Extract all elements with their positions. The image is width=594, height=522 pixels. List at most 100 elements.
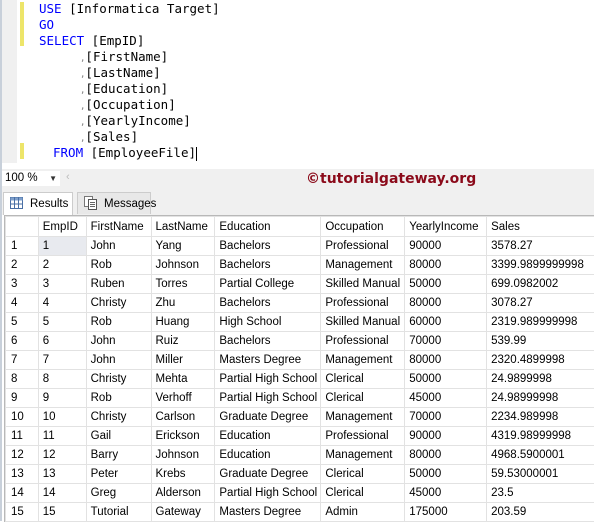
table-cell[interactable]: 23.5 [487, 484, 594, 503]
table-row[interactable]: 33RubenTorresPartial CollegeSkilled Manu… [6, 275, 594, 294]
row-number[interactable]: 14 [6, 484, 39, 503]
table-cell[interactable]: 699.0982002 [487, 275, 594, 294]
table-cell[interactable]: Professional [321, 332, 405, 351]
table-cell[interactable]: Clerical [321, 389, 405, 408]
table-cell[interactable]: 70000 [405, 332, 487, 351]
table-row[interactable]: 1515TutorialGatewayMasters DegreeAdmin17… [6, 503, 594, 522]
table-cell[interactable]: 6 [38, 332, 86, 351]
table-cell[interactable]: 90000 [405, 237, 487, 256]
results-grid[interactable]: EmpIDFirstNameLastNameEducationOccupatio… [4, 215, 594, 522]
table-cell[interactable]: 24.9899998 [487, 370, 594, 389]
table-cell[interactable]: 2320.4899998 [487, 351, 594, 370]
table-cell[interactable]: 203.59 [487, 503, 594, 522]
table-cell[interactable]: Bachelors [215, 256, 321, 275]
table-cell[interactable]: 4968.5900001 [487, 446, 594, 465]
table-cell[interactable]: Christy [86, 408, 151, 427]
row-number[interactable]: 4 [6, 294, 39, 313]
table-row[interactable]: 11JohnYangBachelorsProfessional900003578… [6, 237, 594, 256]
table-cell[interactable]: 3 [38, 275, 86, 294]
table-cell[interactable]: Rob [86, 313, 151, 332]
table-cell[interactable]: Gateway [151, 503, 215, 522]
column-header[interactable]: Education [215, 217, 321, 237]
table-cell[interactable]: Gail [86, 427, 151, 446]
table-row[interactable]: 99RobVerhoffPartial High SchoolClerical4… [6, 389, 594, 408]
table-cell[interactable]: Johnson [151, 446, 215, 465]
table-row[interactable]: 77JohnMillerMasters DegreeManagement8000… [6, 351, 594, 370]
table-cell[interactable]: John [86, 237, 151, 256]
table-cell[interactable]: Bachelors [215, 332, 321, 351]
table-cell[interactable]: Peter [86, 465, 151, 484]
table-cell[interactable]: Ruiz [151, 332, 215, 351]
table-cell[interactable]: Huang [151, 313, 215, 332]
row-number[interactable]: 11 [6, 427, 39, 446]
table-row[interactable]: 1111GailEricksonEducationProfessional900… [6, 427, 594, 446]
table-cell[interactable]: 50000 [405, 370, 487, 389]
scroll-left-icon[interactable]: ‹ [66, 171, 70, 183]
table-cell[interactable]: Clerical [321, 370, 405, 389]
table-cell[interactable]: 24.98999998 [487, 389, 594, 408]
table-cell[interactable]: 13 [38, 465, 86, 484]
table-cell[interactable]: 90000 [405, 427, 487, 446]
table-cell[interactable]: 80000 [405, 351, 487, 370]
table-cell[interactable]: Skilled Manual [321, 313, 405, 332]
table-cell[interactable]: Christy [86, 294, 151, 313]
table-cell[interactable]: 3578.27 [487, 237, 594, 256]
table-cell[interactable]: Graduate Degree [215, 408, 321, 427]
table-cell[interactable]: 5 [38, 313, 86, 332]
table-cell[interactable]: 8 [38, 370, 86, 389]
table-cell[interactable]: 80000 [405, 256, 487, 275]
table-row[interactable]: 1212BarryJohnsonEducationManagement80000… [6, 446, 594, 465]
table-cell[interactable]: 2 [38, 256, 86, 275]
table-cell[interactable]: Clerical [321, 465, 405, 484]
table-cell[interactable]: High School [215, 313, 321, 332]
table-cell[interactable]: 9 [38, 389, 86, 408]
table-cell[interactable]: Rob [86, 256, 151, 275]
row-number[interactable]: 10 [6, 408, 39, 427]
row-number[interactable]: 1 [6, 237, 39, 256]
row-number[interactable]: 15 [6, 503, 39, 522]
table-cell[interactable]: Education [215, 446, 321, 465]
table-cell[interactable]: 59.53000001 [487, 465, 594, 484]
table-cell[interactable]: Clerical [321, 484, 405, 503]
table-cell[interactable]: John [86, 351, 151, 370]
table-row[interactable]: 44ChristyZhuBachelorsProfessional8000030… [6, 294, 594, 313]
table-row[interactable]: 1414GregAldersonPartial High SchoolCleri… [6, 484, 594, 503]
table-cell[interactable]: 70000 [405, 408, 487, 427]
row-number[interactable]: 8 [6, 370, 39, 389]
row-number[interactable]: 9 [6, 389, 39, 408]
table-cell[interactable]: Management [321, 351, 405, 370]
row-number[interactable]: 7 [6, 351, 39, 370]
table-cell[interactable]: Partial High School [215, 370, 321, 389]
column-header[interactable]: Occupation [321, 217, 405, 237]
row-number[interactable]: 12 [6, 446, 39, 465]
table-cell[interactable]: Mehta [151, 370, 215, 389]
table-cell[interactable]: Ruben [86, 275, 151, 294]
table-cell[interactable]: 175000 [405, 503, 487, 522]
table-row[interactable]: 1313PeterKrebsGraduate DegreeClerical500… [6, 465, 594, 484]
tab-messages[interactable]: Messages [77, 192, 151, 214]
corner-header[interactable] [6, 217, 39, 237]
table-cell[interactable]: Miller [151, 351, 215, 370]
table-cell[interactable]: 2234.989998 [487, 408, 594, 427]
table-cell[interactable]: 1 [38, 237, 86, 256]
table-cell[interactable]: Carlson [151, 408, 215, 427]
table-cell[interactable]: Johnson [151, 256, 215, 275]
table-cell[interactable]: Partial College [215, 275, 321, 294]
table-cell[interactable]: Rob [86, 389, 151, 408]
column-header[interactable]: FirstName [86, 217, 151, 237]
table-cell[interactable]: 2319.989999998 [487, 313, 594, 332]
table-cell[interactable]: 15 [38, 503, 86, 522]
table-cell[interactable]: Bachelors [215, 237, 321, 256]
table-cell[interactable]: Greg [86, 484, 151, 503]
table-cell[interactable]: Professional [321, 294, 405, 313]
table-cell[interactable]: Erickson [151, 427, 215, 446]
table-cell[interactable]: Zhu [151, 294, 215, 313]
table-row[interactable]: 66JohnRuizBachelorsProfessional70000539.… [6, 332, 594, 351]
table-cell[interactable]: 80000 [405, 294, 487, 313]
table-cell[interactable]: 50000 [405, 275, 487, 294]
table-cell[interactable]: 45000 [405, 389, 487, 408]
table-row[interactable]: 55RobHuangHigh SchoolSkilled Manual60000… [6, 313, 594, 332]
zoom-dropdown[interactable]: 100 % ▼ [2, 171, 60, 186]
table-cell[interactable]: Torres [151, 275, 215, 294]
table-cell[interactable]: Professional [321, 427, 405, 446]
